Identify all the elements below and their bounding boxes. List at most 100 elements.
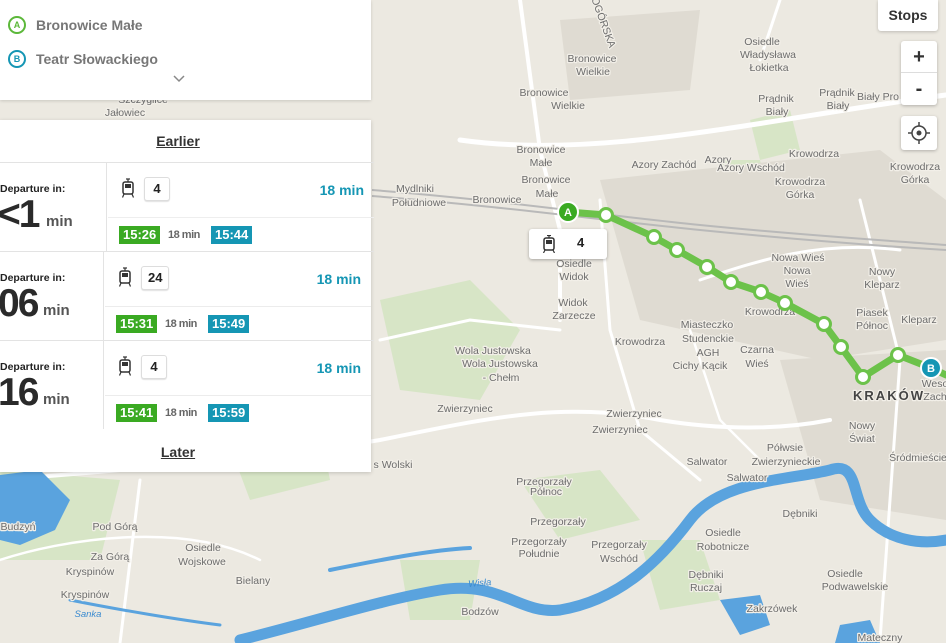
origin-name: Bronowice Małe <box>36 17 143 33</box>
destination-row[interactable]: B Teatr Słowackiego <box>8 50 158 68</box>
svg-text:Prądnik: Prądnik <box>819 87 855 99</box>
svg-text:Bronowice: Bronowice <box>519 87 568 99</box>
trip-times: 15:41 18 min 15:59 <box>105 395 371 429</box>
tram-icon <box>118 356 132 376</box>
svg-text:Małe: Małe <box>536 188 559 200</box>
origin-marker[interactable]: A <box>557 201 579 223</box>
zoom-controls: + - <box>901 41 937 105</box>
label-prad-bialy-north: Osiedle <box>744 36 780 48</box>
svg-text:Zach: Zach <box>923 391 946 403</box>
departure-time: 15:31 <box>116 315 158 333</box>
svg-text:Cichy Kącik: Cichy Kącik <box>673 360 729 372</box>
stops-button[interactable]: Stops <box>878 0 938 31</box>
svg-text:Północ: Północ <box>530 486 562 498</box>
svg-text:Dębniki: Dębniki <box>688 569 723 581</box>
svg-text:s Wolski: s Wolski <box>374 459 413 471</box>
svg-text:Nowy: Nowy <box>849 420 876 432</box>
trip-row[interactable]: Departure in: <1 min 4 18 min 15:26 18 m… <box>0 162 374 251</box>
svg-text:Bronowice: Bronowice <box>472 194 521 206</box>
svg-text:Salwator: Salwator <box>687 456 728 468</box>
destination-marker[interactable]: B <box>920 357 942 379</box>
route-stop <box>646 229 662 245</box>
svg-text:Krowodrza: Krowodrza <box>890 161 940 173</box>
svg-text:Wielkie: Wielkie <box>576 66 610 78</box>
svg-text:Krowodrza: Krowodrza <box>615 336 665 348</box>
departure-countdown: Departure in: 16 min <box>0 341 104 429</box>
destination-b-icon: B <box>8 50 26 68</box>
svg-text:Kryspinów: Kryspinów <box>61 589 110 601</box>
svg-text:Przegorzały: Przegorzały <box>530 516 586 528</box>
svg-text:Górka: Górka <box>786 189 815 201</box>
svg-text:Łokietka: Łokietka <box>749 62 788 74</box>
origin-row[interactable]: A Bronowice Małe <box>8 16 143 34</box>
trip-row[interactable]: Departure in: 06 min 24 18 min 15:31 18 … <box>0 251 374 340</box>
svg-text:Ruczaj: Ruczaj <box>690 582 722 594</box>
svg-text:Wola Justowska: Wola Justowska <box>455 345 531 357</box>
route-stop <box>890 347 906 363</box>
chevron-down-icon[interactable] <box>172 72 186 86</box>
svg-text:Wola Justowska: Wola Justowska <box>462 358 538 370</box>
ride-duration: 18 min <box>165 407 197 419</box>
arrival-time: 15:49 <box>208 315 250 333</box>
svg-text:Zwierzynieckie: Zwierzynieckie <box>752 456 821 468</box>
departure-unit: min <box>46 213 73 230</box>
svg-text:Prądnik: Prądnik <box>758 93 794 105</box>
trip-duration: 18 min <box>319 182 364 198</box>
departures-panel: Earlier Departure in: <1 min 4 18 min 15… <box>0 120 374 472</box>
destination-name: Teatr Słowackiego <box>36 51 158 67</box>
svg-text:Wisła: Wisła <box>468 577 492 590</box>
ride-duration: 18 min <box>165 318 197 330</box>
route-stop <box>753 284 769 300</box>
svg-text:Zarzecze: Zarzecze <box>552 310 595 322</box>
svg-text:Biały: Biały <box>827 100 851 112</box>
svg-text:Osiedle: Osiedle <box>185 542 221 554</box>
arrival-time: 15:44 <box>211 226 253 244</box>
svg-text:Azory Zachód: Azory Zachód <box>632 159 697 171</box>
route-stop <box>855 369 871 385</box>
origin-a-icon: A <box>8 16 26 34</box>
svg-text:Kleparz: Kleparz <box>864 279 900 291</box>
locate-button[interactable] <box>901 116 937 150</box>
svg-text:Górka: Górka <box>901 174 930 186</box>
svg-text:Bronowice: Bronowice <box>567 53 616 65</box>
line-number-badge: 4 <box>144 177 170 201</box>
svg-text:Mydlniki: Mydlniki <box>396 183 434 195</box>
svg-text:Krowodrza: Krowodrza <box>775 176 825 188</box>
route-stop <box>833 339 849 355</box>
later-link[interactable]: Later <box>0 444 356 460</box>
svg-text:Budzyń: Budzyń <box>0 521 35 533</box>
svg-text:Widok: Widok <box>559 271 589 283</box>
svg-text:Za Górą: Za Górą <box>91 551 130 563</box>
svg-text:Wojskowe: Wojskowe <box>178 556 226 568</box>
svg-text:Piasek: Piasek <box>856 307 888 319</box>
zoom-out-button[interactable]: - <box>901 73 937 105</box>
departure-minutes: 16 <box>0 371 39 414</box>
trip-duration: 18 min <box>316 271 361 287</box>
svg-text:Pod Górą: Pod Górą <box>93 521 138 533</box>
svg-text:Zwierzyniec: Zwierzyniec <box>606 408 661 420</box>
tram-icon <box>118 267 132 287</box>
arrival-time: 15:59 <box>208 404 250 422</box>
svg-text:Wieś: Wieś <box>785 278 808 290</box>
svg-text:Miasteczko: Miasteczko <box>681 319 734 331</box>
svg-text:AGH: AGH <box>697 347 720 359</box>
route-tooltip[interactable]: 4 <box>529 229 607 259</box>
svg-text:Wielkie: Wielkie <box>551 100 585 112</box>
svg-text:Dębniki: Dębniki <box>782 508 817 520</box>
svg-text:Mateczny: Mateczny <box>858 632 904 643</box>
svg-text:Bronowice: Bronowice <box>516 144 565 156</box>
svg-text:Sanka: Sanka <box>75 609 102 620</box>
svg-text:Osiedle: Osiedle <box>705 527 741 539</box>
svg-text:Zwierzyniec: Zwierzyniec <box>437 403 492 415</box>
departure-minutes: <1 <box>0 193 40 236</box>
svg-text:Biały: Biały <box>766 106 790 118</box>
zoom-in-button[interactable]: + <box>901 41 937 73</box>
svg-text:Kleparz: Kleparz <box>901 314 937 326</box>
svg-text:Bronowice: Bronowice <box>521 174 570 186</box>
svg-text:Nowa: Nowa <box>784 265 811 277</box>
departure-countdown: Departure in: <1 min <box>0 163 107 251</box>
svg-text:Osiedle: Osiedle <box>827 568 863 580</box>
trip-row[interactable]: Departure in: 16 min 4 18 min 15:41 18 m… <box>0 340 374 429</box>
svg-text:Przegorzały: Przegorzały <box>511 536 567 548</box>
earlier-link[interactable]: Earlier <box>0 133 356 149</box>
